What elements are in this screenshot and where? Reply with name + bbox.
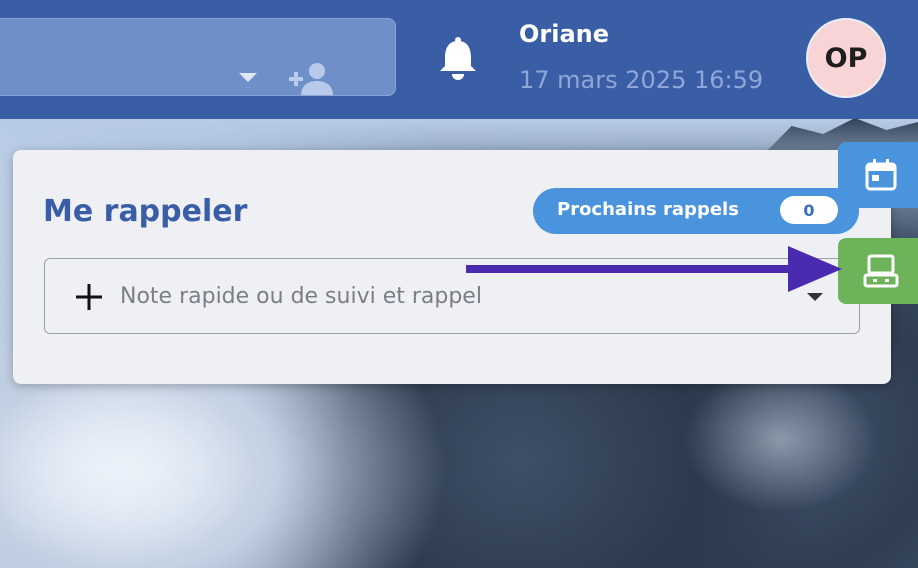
avatar[interactable]: OP [806, 18, 886, 98]
upcoming-reminders-count: 0 [780, 196, 838, 224]
chevron-down-icon[interactable] [807, 293, 823, 301]
chevron-down-icon[interactable] [239, 73, 257, 82]
pointer-arrow-annotation [466, 246, 842, 292]
bell-icon[interactable] [437, 36, 479, 80]
snow-slope [0, 380, 300, 568]
register-tab[interactable] [838, 238, 918, 304]
cash-register-icon [863, 254, 899, 288]
calendar-icon [865, 159, 897, 191]
calendar-tab[interactable] [838, 142, 918, 208]
card-title: Me rappeler [43, 194, 248, 229]
add-person-icon[interactable] [287, 61, 333, 97]
upcoming-reminders-label: Prochains rappels [557, 199, 739, 220]
current-datetime: 17 mars 2025 16:59 [519, 66, 764, 94]
user-name: Oriane [519, 20, 610, 48]
upcoming-reminders-button[interactable]: Prochains rappels 0 [533, 188, 859, 234]
plus-icon[interactable] [75, 283, 103, 311]
snow-patch [680, 380, 918, 568]
client-search-box[interactable] [0, 18, 396, 96]
top-bar: Oriane 17 mars 2025 16:59 OP [0, 0, 918, 119]
